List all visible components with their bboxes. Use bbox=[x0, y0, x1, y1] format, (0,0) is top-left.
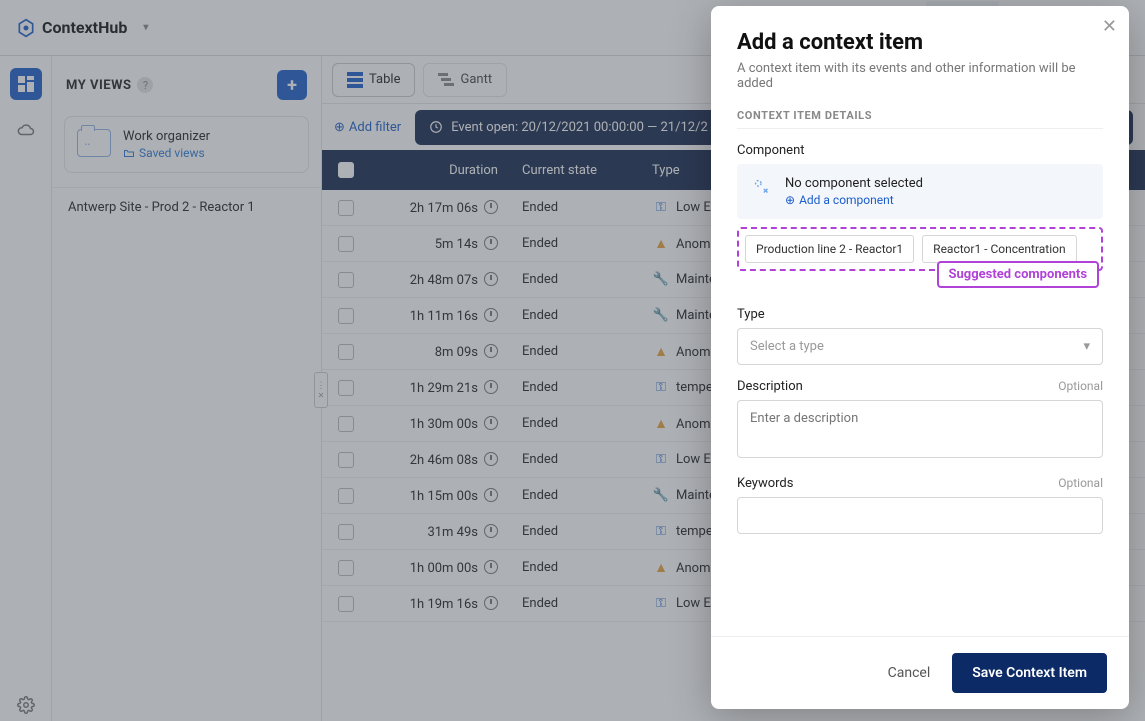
add-context-item-panel: ✕ Add a context item A context item with… bbox=[711, 6, 1129, 709]
suggested-component-chip[interactable]: Reactor1 - Concentration bbox=[922, 235, 1076, 263]
type-select[interactable]: Select a type ▾ bbox=[737, 328, 1103, 365]
type-label: Type bbox=[737, 307, 1103, 322]
save-context-item-button[interactable]: Save Context Item bbox=[952, 653, 1107, 693]
plus-circle-icon: ⊕ bbox=[785, 193, 795, 207]
suggested-component-chip[interactable]: Production line 2 - Reactor1 bbox=[745, 235, 914, 263]
panel-title: Add a context item bbox=[737, 30, 1103, 55]
suggested-components-callout: Suggested components bbox=[937, 261, 1100, 288]
component-label: Component bbox=[737, 143, 1103, 158]
keywords-input[interactable] bbox=[737, 497, 1103, 534]
add-component-link[interactable]: ⊕ Add a component bbox=[785, 193, 923, 207]
panel-subtitle: A context item with its events and other… bbox=[737, 61, 1103, 91]
close-icon[interactable]: ✕ bbox=[1102, 16, 1117, 37]
keywords-label: Keywords Optional bbox=[737, 476, 1103, 491]
cancel-button[interactable]: Cancel bbox=[888, 665, 931, 681]
section-label: CONTEXT ITEM DETAILS bbox=[737, 109, 1103, 129]
component-target-icon bbox=[751, 176, 773, 198]
component-box: No component selected ⊕ Add a component bbox=[737, 164, 1103, 219]
component-empty-text: No component selected bbox=[785, 176, 923, 191]
description-label: Description Optional bbox=[737, 379, 1103, 394]
chevron-down-icon: ▾ bbox=[1083, 339, 1090, 354]
description-input[interactable] bbox=[737, 400, 1103, 458]
